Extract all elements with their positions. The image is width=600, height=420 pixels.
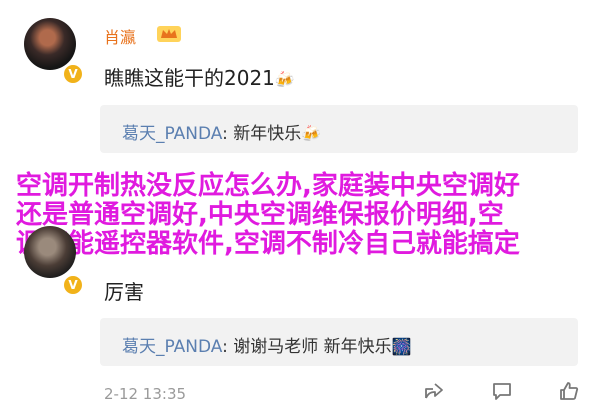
reply-content: 谢谢马老师 新年快乐 (233, 337, 392, 357)
comment-item-2: V 厉害 葛天_PANDA: 谢谢马老师 新年快乐🎆 (0, 0, 600, 420)
reply-username[interactable]: 葛天_PANDA (122, 337, 222, 357)
reply-text: 葛天_PANDA: 谢谢马老师 新年快乐🎆 (122, 332, 412, 357)
comment-icon[interactable] (488, 380, 516, 406)
avatar[interactable] (24, 226, 76, 278)
share-icon[interactable] (420, 380, 448, 406)
like-icon[interactable] (555, 380, 583, 406)
reply-box[interactable]: 葛天_PANDA: 谢谢马老师 新年快乐🎆 (100, 318, 578, 366)
verified-v-icon: V (62, 274, 84, 296)
comment-text: 厉害 (104, 280, 144, 304)
reply-sep: : (222, 337, 234, 357)
comment-timestamp: 2-12 13:35 (104, 385, 187, 403)
fireworks-icon: 🎆 (391, 337, 412, 356)
